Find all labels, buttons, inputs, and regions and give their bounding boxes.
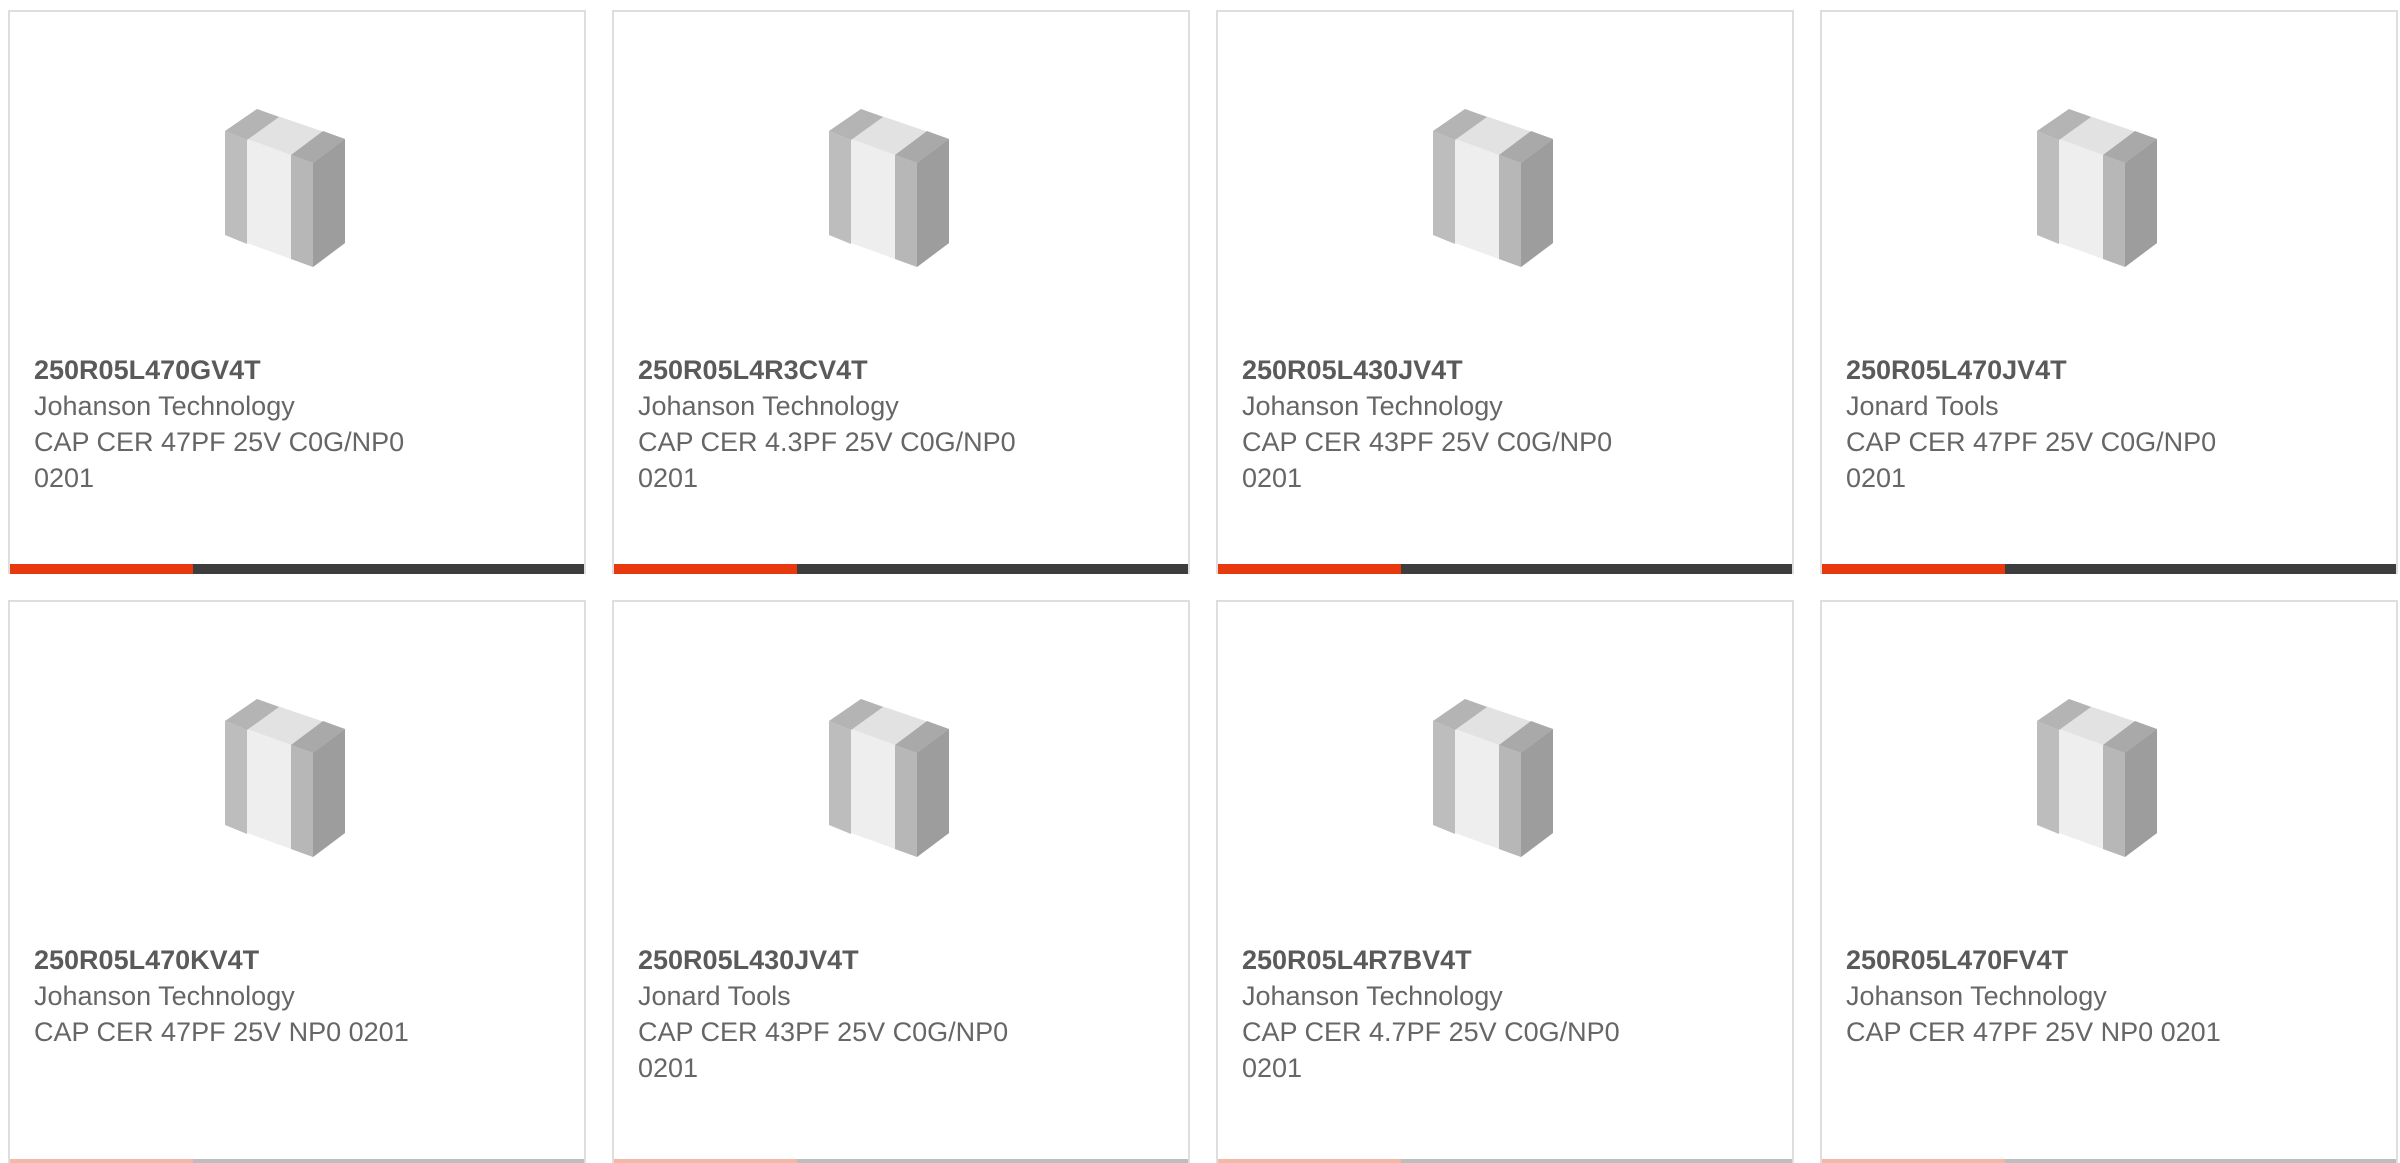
part-number-link[interactable]: 250R05L4R3CV4T — [638, 352, 1138, 388]
card-footer-bar — [1822, 564, 2396, 574]
manufacturer-name: Jonard Tools — [1846, 391, 1999, 421]
product-image[interactable] — [2007, 87, 2215, 295]
card-footer-bar — [614, 1159, 1188, 1163]
product-info: 250R05L470KV4T Johanson Technology CAP C… — [34, 942, 534, 1050]
product-card[interactable]: 250R05L4R3CV4T Johanson Technology CAP C… — [612, 10, 1190, 574]
product-description: 0201 — [638, 463, 699, 493]
ceramic-capacitor-chip-icon — [2037, 109, 2157, 267]
product-image[interactable] — [195, 677, 403, 885]
product-card[interactable]: 250R05L470KV4T Johanson Technology CAP C… — [8, 600, 586, 1163]
product-grid: 250R05L470GV4T Johanson Technology CAP C… — [8, 10, 2400, 1163]
manufacturer-name: Johanson Technology — [638, 391, 899, 421]
product-card[interactable]: 250R05L470FV4T Johanson Technology CAP C… — [1820, 600, 2398, 1163]
product-info: 250R05L430JV4T Johanson Technology CAP C… — [1242, 352, 1742, 496]
product-description: CAP CER 47PF 25V NP0 0201 — [34, 1017, 409, 1047]
part-number-link[interactable]: 250R05L470FV4T — [1846, 942, 2346, 978]
part-number-link[interactable]: 250R05L430JV4T — [638, 942, 1138, 978]
ceramic-capacitor-chip-icon — [1433, 109, 1553, 267]
product-card[interactable]: 250R05L470GV4T Johanson Technology CAP C… — [8, 10, 586, 574]
product-description: 0201 — [638, 1053, 699, 1083]
product-description: 0201 — [34, 463, 95, 493]
product-card[interactable]: 250R05L4R7BV4T Johanson Technology CAP C… — [1216, 600, 1794, 1163]
card-footer-bar — [1218, 564, 1792, 574]
ceramic-capacitor-chip-icon — [225, 699, 345, 857]
product-info: 250R05L4R7BV4T Johanson Technology CAP C… — [1242, 942, 1742, 1086]
card-footer-bar — [1218, 1159, 1792, 1163]
product-description: CAP CER 47PF 25V C0G/NP0 — [34, 427, 405, 457]
card-footer-accent — [614, 564, 797, 574]
product-card[interactable]: 250R05L470JV4T Jonard Tools CAP CER 47PF… — [1820, 10, 2398, 574]
card-footer-bar — [10, 1159, 584, 1163]
manufacturer-name: Johanson Technology — [1242, 981, 1503, 1011]
product-info: 250R05L470FV4T Johanson Technology CAP C… — [1846, 942, 2346, 1050]
product-image[interactable] — [1403, 87, 1611, 295]
product-image[interactable] — [799, 87, 1007, 295]
ceramic-capacitor-chip-icon — [2037, 699, 2157, 857]
manufacturer-name: Jonard Tools — [638, 981, 791, 1011]
product-card[interactable]: 250R05L430JV4T Johanson Technology CAP C… — [1216, 10, 1794, 574]
card-footer-bar — [1822, 1159, 2396, 1163]
product-info: 250R05L430JV4T Jonard Tools CAP CER 43PF… — [638, 942, 1138, 1086]
product-description: 0201 — [1846, 463, 1907, 493]
ceramic-capacitor-chip-icon — [829, 699, 949, 857]
product-info: 250R05L470GV4T Johanson Technology CAP C… — [34, 352, 534, 496]
product-description: 0201 — [1242, 1053, 1303, 1083]
product-info: 250R05L470JV4T Jonard Tools CAP CER 47PF… — [1846, 352, 2346, 496]
part-number-link[interactable]: 250R05L470JV4T — [1846, 352, 2346, 388]
card-footer-bar — [10, 564, 584, 574]
product-description: CAP CER 43PF 25V C0G/NP0 — [638, 1017, 1009, 1047]
manufacturer-name: Johanson Technology — [34, 391, 295, 421]
product-image[interactable] — [1403, 677, 1611, 885]
product-description: CAP CER 4.3PF 25V C0G/NP0 — [638, 427, 1016, 457]
card-footer-bar — [614, 564, 1188, 574]
product-card[interactable]: 250R05L430JV4T Jonard Tools CAP CER 43PF… — [612, 600, 1190, 1163]
card-footer-accent — [1218, 564, 1401, 574]
manufacturer-name: Johanson Technology — [1242, 391, 1503, 421]
part-number-link[interactable]: 250R05L470GV4T — [34, 352, 534, 388]
product-description: 0201 — [1242, 463, 1303, 493]
ceramic-capacitor-chip-icon — [225, 109, 345, 267]
manufacturer-name: Johanson Technology — [34, 981, 295, 1011]
product-description: CAP CER 4.7PF 25V C0G/NP0 — [1242, 1017, 1620, 1047]
part-number-link[interactable]: 250R05L430JV4T — [1242, 352, 1742, 388]
product-info: 250R05L4R3CV4T Johanson Technology CAP C… — [638, 352, 1138, 496]
product-image[interactable] — [799, 677, 1007, 885]
card-footer-accent — [1822, 564, 2005, 574]
ceramic-capacitor-chip-icon — [1433, 699, 1553, 857]
product-description: CAP CER 47PF 25V NP0 0201 — [1846, 1017, 2221, 1047]
product-description: CAP CER 47PF 25V C0G/NP0 — [1846, 427, 2217, 457]
product-image[interactable] — [2007, 677, 2215, 885]
manufacturer-name: Johanson Technology — [1846, 981, 2107, 1011]
ceramic-capacitor-chip-icon — [829, 109, 949, 267]
product-description: CAP CER 43PF 25V C0G/NP0 — [1242, 427, 1613, 457]
part-number-link[interactable]: 250R05L470KV4T — [34, 942, 534, 978]
card-footer-accent — [10, 564, 193, 574]
product-image[interactable] — [195, 87, 403, 295]
part-number-link[interactable]: 250R05L4R7BV4T — [1242, 942, 1742, 978]
